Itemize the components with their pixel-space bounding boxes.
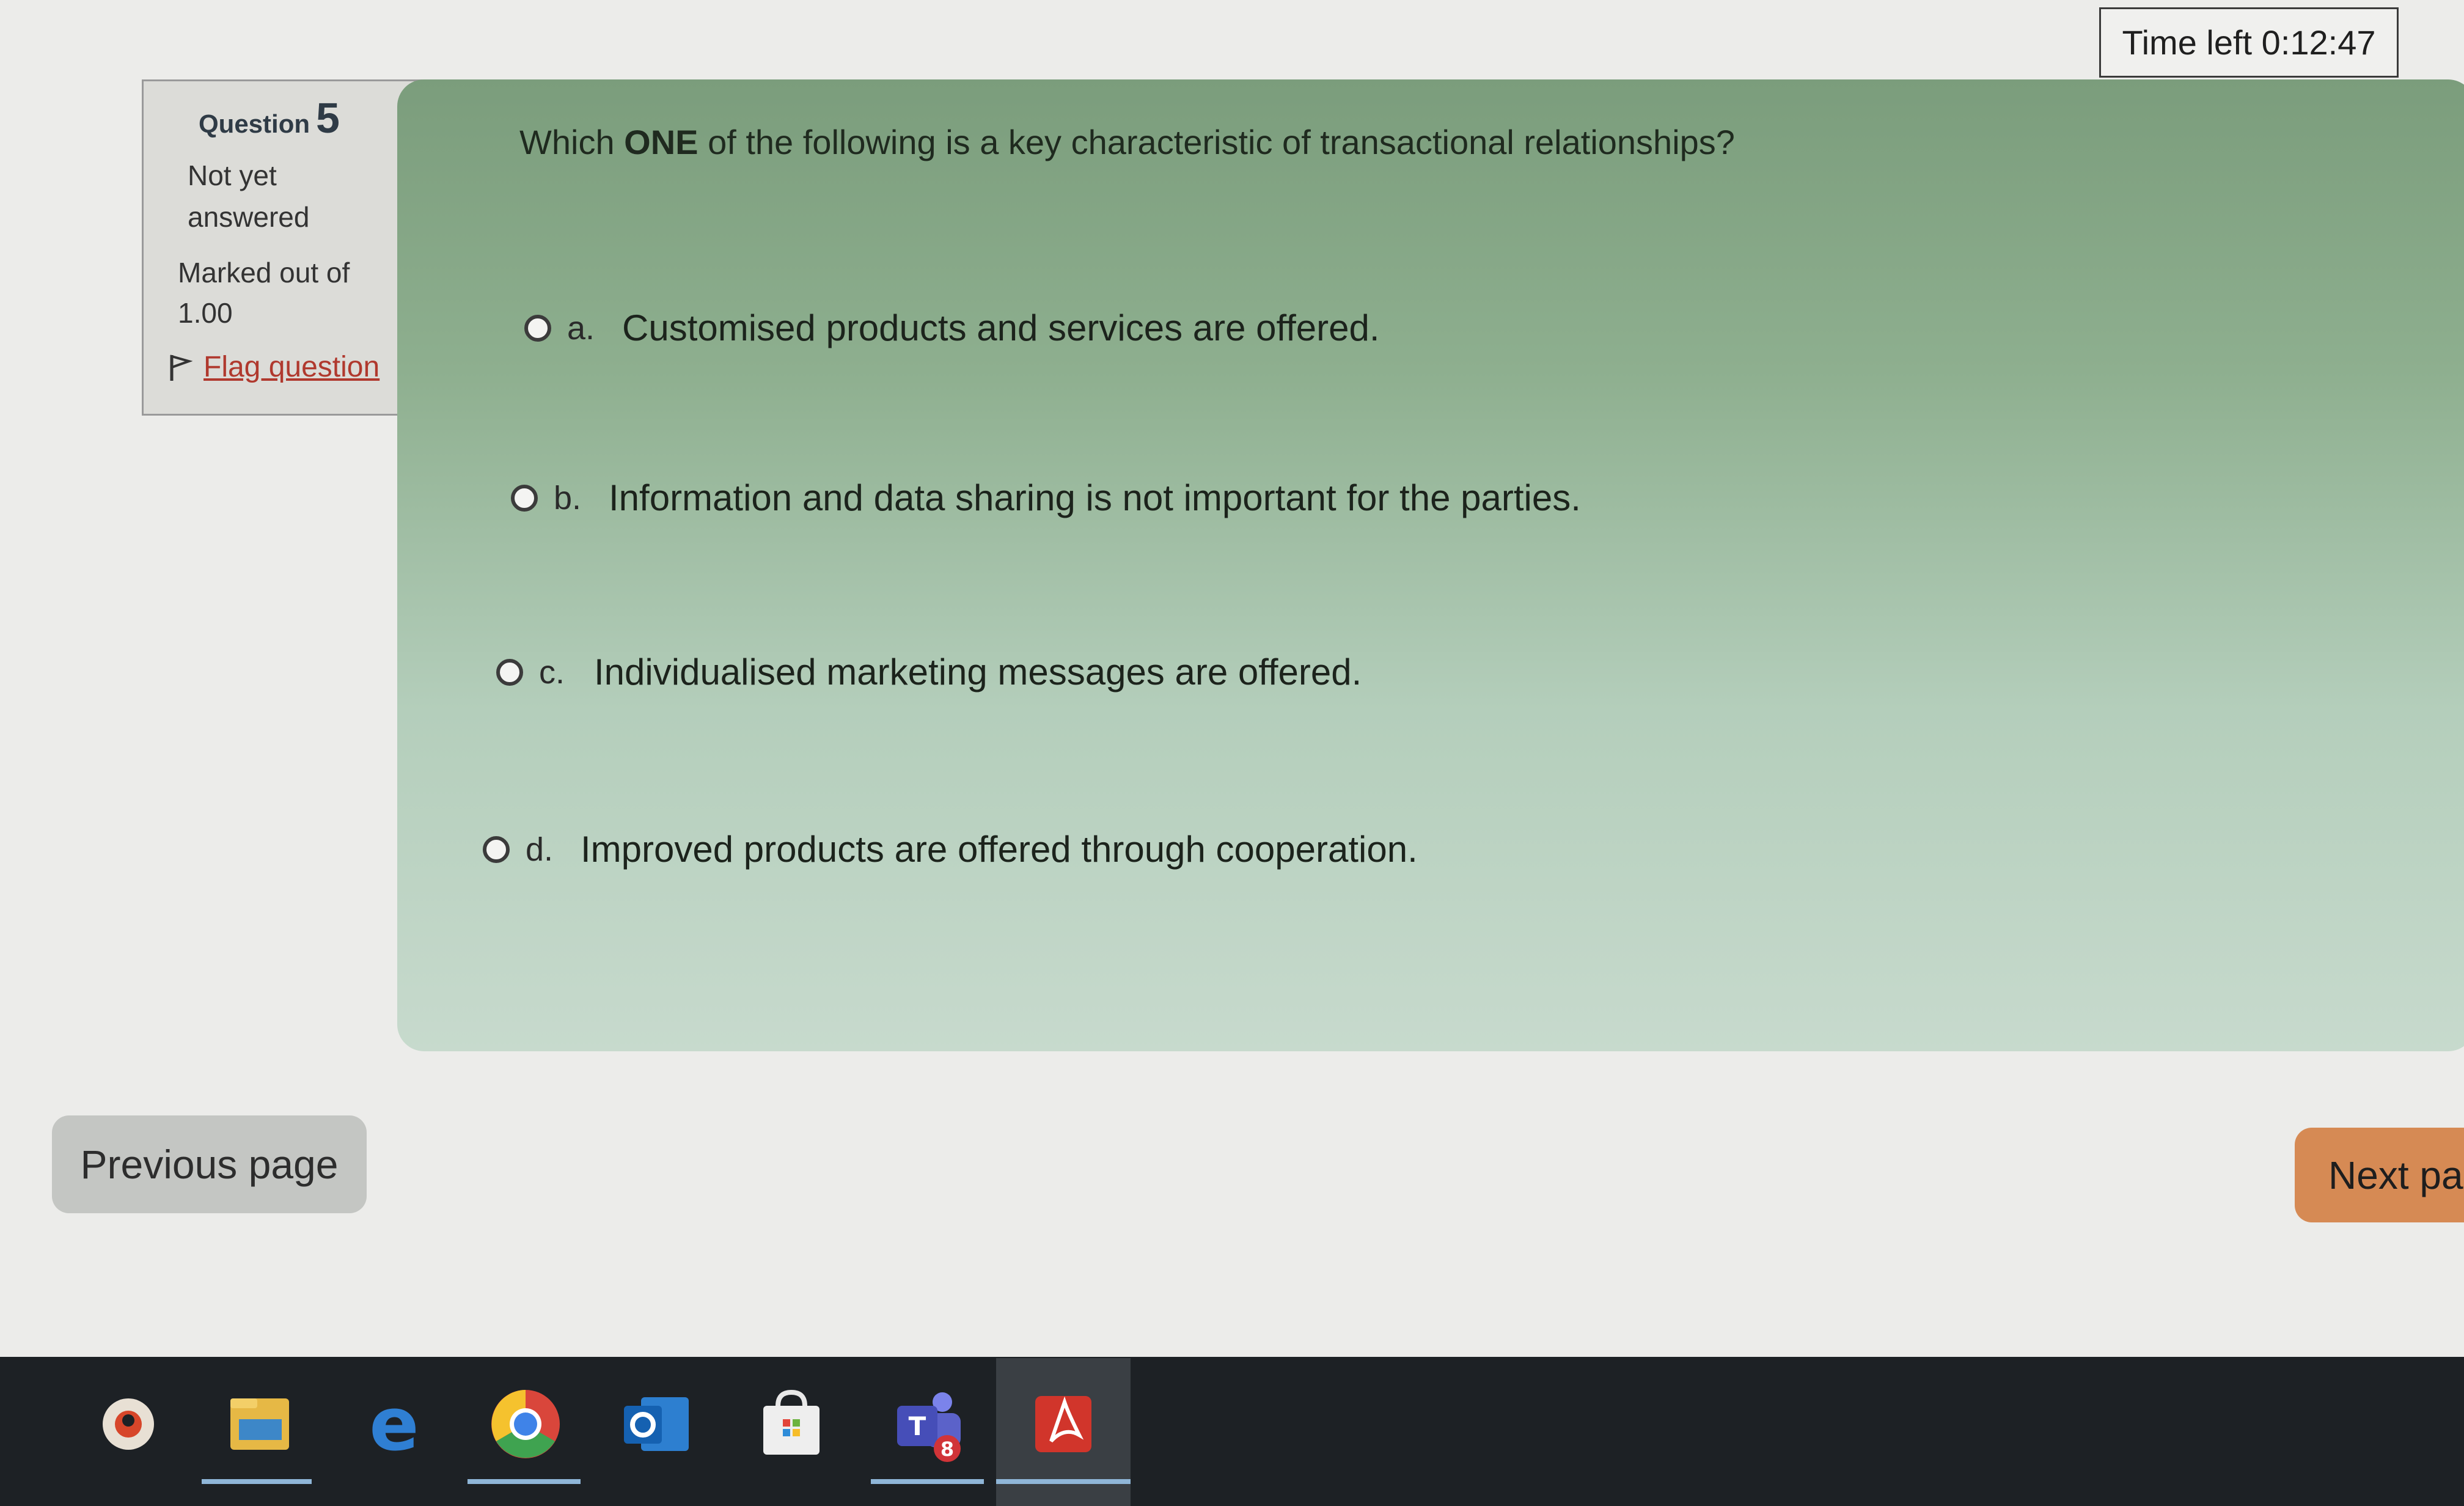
radio-button-a[interactable] <box>524 314 551 342</box>
chrome-icon[interactable] <box>483 1381 568 1467</box>
radio-button-b[interactable] <box>511 484 538 512</box>
svg-text:e: e <box>369 1383 419 1467</box>
answer-option-d[interactable]: d. Improved products are offered through… <box>483 828 1418 870</box>
option-letter: d. <box>526 831 554 868</box>
teams-badge: 8 <box>941 1438 954 1461</box>
option-text[interactable]: Individualised marketing messages are of… <box>594 651 1362 693</box>
radio-button-d[interactable] <box>483 836 510 863</box>
radio-button-c[interactable] <box>496 658 523 686</box>
file-explorer-active-indicator <box>202 1479 312 1484</box>
question-text: Which ONE of the following is a key char… <box>519 122 1735 162</box>
option-text[interactable]: Improved products are offered through co… <box>581 828 1418 870</box>
svg-text:T: T <box>909 1411 926 1441</box>
question-text-part: Which <box>519 123 625 161</box>
timer-box: Time left 0:12:47 <box>2099 7 2399 78</box>
flag-question-link[interactable]: Flag question <box>168 350 380 384</box>
option-letter: b. <box>554 479 582 516</box>
taskbar: e T 8 <box>0 1357 2464 1506</box>
question-text-emphasis: ONE <box>624 123 698 161</box>
edge-legacy-icon[interactable] <box>86 1381 171 1467</box>
option-letter: c. <box>539 653 565 691</box>
question-number: 5 <box>316 94 340 142</box>
teams-icon[interactable]: T 8 <box>886 1381 972 1467</box>
outlook-icon[interactable] <box>614 1381 700 1467</box>
option-letter: a. <box>567 309 595 347</box>
store-icon[interactable] <box>749 1381 834 1467</box>
browser-viewport: Time left 0:12:47 Question 5 Not yet answ… <box>0 0 2464 1357</box>
flag-question-label[interactable]: Flag question <box>204 350 380 384</box>
chrome-active-indicator <box>468 1479 581 1484</box>
option-text[interactable]: Information and data sharing is not impo… <box>609 477 1581 519</box>
answer-option-c[interactable]: c. Individualised marketing messages are… <box>496 651 1362 693</box>
question-label: Question <box>199 109 310 138</box>
flag-icon <box>170 354 193 381</box>
question-text-part: of the following is a key characteristic… <box>698 123 1735 161</box>
question-heading: Question 5 <box>199 94 340 142</box>
next-page-button[interactable]: Next pa <box>2295 1128 2464 1222</box>
answer-option-b[interactable]: b. Information and data sharing is not i… <box>511 477 1581 519</box>
acrobat-active-indicator <box>996 1479 1131 1484</box>
previous-page-button[interactable]: Previous page <box>52 1115 367 1213</box>
acrobat-icon[interactable] <box>1021 1381 1106 1467</box>
question-content-panel: Which ONE of the following is a key char… <box>397 79 2464 1051</box>
file-explorer-icon[interactable] <box>217 1381 302 1467</box>
question-marks: Marked out of 1.00 <box>178 257 350 329</box>
teams-active-indicator <box>871 1479 984 1484</box>
question-info-panel: Question 5 Not yet answered Marked out of… <box>142 79 426 416</box>
question-status: Not yet answered <box>188 160 310 233</box>
internet-explorer-icon[interactable]: e <box>351 1381 437 1467</box>
timer-label: Time left 0:12:47 <box>2122 23 2376 62</box>
answer-option-a[interactable]: a. Customised products and services are … <box>524 307 1380 349</box>
option-text[interactable]: Customised products and services are off… <box>622 307 1380 349</box>
